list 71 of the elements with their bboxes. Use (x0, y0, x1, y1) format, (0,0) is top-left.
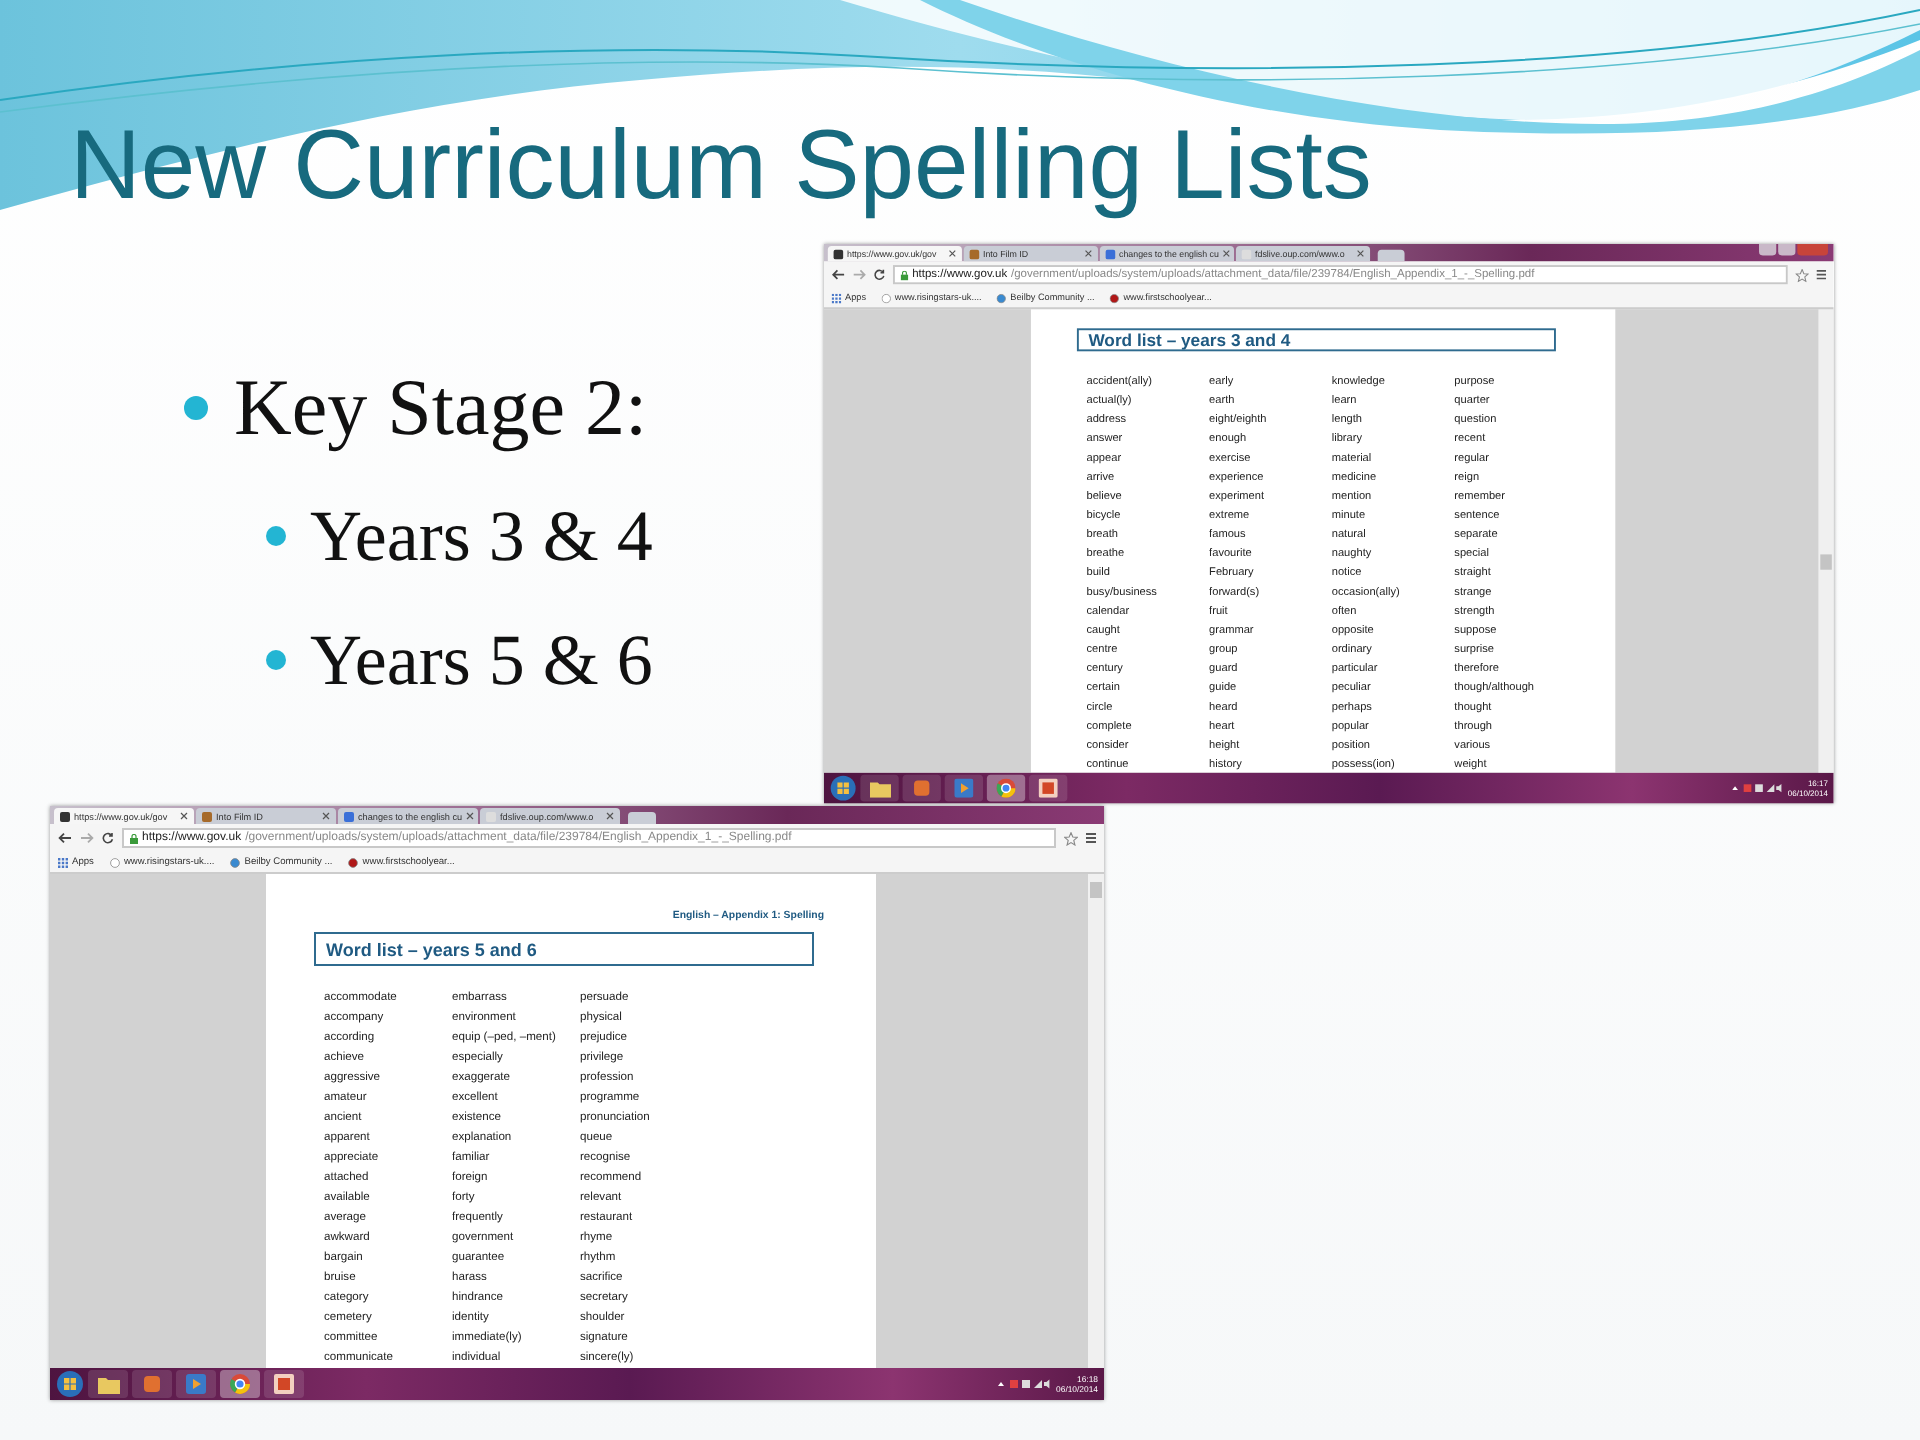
taskbar-button[interactable] (944, 774, 984, 802)
maximize-icon[interactable] (1778, 244, 1796, 256)
scrollbar[interactable] (1088, 874, 1104, 1368)
taskbar-button[interactable] (88, 1370, 128, 1398)
bullet-text: Key Stage 2: (234, 360, 648, 454)
new-tab-button[interactable] (1377, 249, 1405, 262)
close-icon[interactable] (1222, 249, 1231, 258)
folder-icon (869, 779, 891, 797)
back-icon[interactable] (831, 268, 846, 281)
apps-icon (831, 292, 842, 303)
taskbar-button[interactable] (220, 1370, 260, 1398)
close-icon[interactable] (466, 812, 475, 820)
scrollbar-thumb[interactable] (1090, 882, 1102, 898)
lock-icon (900, 269, 909, 280)
bullet-icon (266, 650, 286, 670)
close-icon[interactable] (1356, 249, 1365, 258)
back-icon[interactable] (58, 832, 72, 844)
apps-icon (58, 857, 68, 867)
bullet-icon (184, 395, 208, 419)
favicon-icon (486, 811, 496, 821)
start-icon[interactable] (56, 1370, 84, 1398)
lock-icon (130, 833, 138, 843)
page-icon (1110, 292, 1120, 303)
taskbar-button[interactable] (986, 774, 1026, 802)
reload-icon[interactable] (102, 832, 114, 844)
presentation-icon (1038, 778, 1058, 798)
favicon-icon (833, 248, 844, 259)
close-icon[interactable] (180, 812, 188, 820)
presentation-icon (274, 1374, 294, 1394)
menu-icon[interactable] (1816, 268, 1827, 281)
page-icon (996, 292, 1007, 303)
close-icon[interactable] (1084, 249, 1093, 258)
play-icon (954, 778, 974, 798)
favicon-icon (969, 248, 980, 259)
favicon-icon (60, 811, 70, 821)
close-icon[interactable] (322, 812, 330, 820)
folder-icon (97, 1375, 119, 1393)
system-tray-icons[interactable] (1732, 782, 1783, 794)
reload-icon[interactable] (873, 268, 886, 281)
browser-icon (996, 778, 1016, 798)
favicon-icon (1241, 248, 1252, 259)
bullet-text: Years 3 & 4 (310, 494, 653, 578)
taskbar-button[interactable] (860, 774, 899, 802)
start-icon[interactable] (829, 774, 857, 802)
scrollbar-thumb[interactable] (1820, 554, 1832, 570)
close-icon[interactable] (606, 812, 614, 820)
favicon-icon (344, 811, 354, 821)
browser-icon (230, 1374, 250, 1394)
system-tray-icons[interactable] (998, 1378, 1051, 1390)
app-icon (912, 778, 932, 798)
taskbar-button[interactable] (902, 774, 941, 802)
close-icon[interactable] (948, 249, 957, 258)
page-icon (109, 857, 120, 867)
menu-icon[interactable] (1086, 832, 1096, 844)
favicon-icon (202, 811, 212, 821)
taskbar-button[interactable] (1029, 774, 1068, 802)
minimize-icon[interactable] (1759, 244, 1777, 256)
page-icon (348, 857, 359, 867)
page-icon (230, 857, 241, 867)
word-list-heading: Word list – years 3 and 4 (1076, 328, 1556, 352)
bullet-text: Years 5 & 6 (310, 618, 653, 702)
app-icon (142, 1374, 162, 1394)
word-list-heading: Word list – years 5 and 6 (314, 932, 814, 966)
star-icon[interactable] (1795, 267, 1809, 282)
taskbar-button[interactable] (176, 1370, 216, 1398)
favicon-icon (1105, 248, 1116, 259)
star-icon[interactable] (1064, 831, 1078, 845)
taskbar-button[interactable] (264, 1370, 304, 1398)
bullet-icon (266, 526, 286, 546)
scrollbar[interactable] (1818, 309, 1834, 773)
play-icon (186, 1374, 206, 1394)
